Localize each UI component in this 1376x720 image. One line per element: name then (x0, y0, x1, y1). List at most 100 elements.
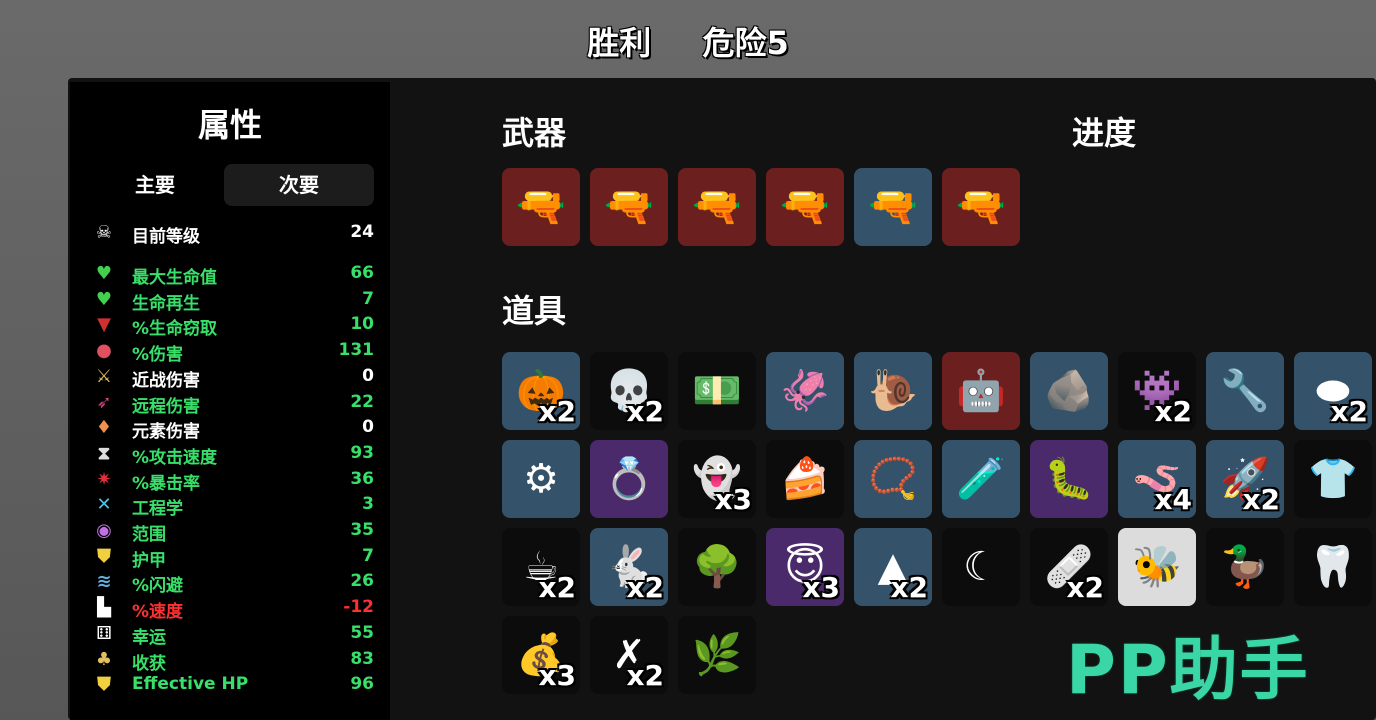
weapon-slot[interactable]: 🔫 (502, 168, 580, 246)
item-slot[interactable]: ✗ x2 (590, 616, 668, 694)
item-slot[interactable]: 🤖 (942, 352, 1020, 430)
stat-value: 93 (350, 442, 374, 463)
item-slot[interactable]: 👻 x3 (678, 440, 756, 518)
double-barrel-shotgun-icon: 🔫 (516, 184, 566, 230)
stat-row: ⛊ Effective HP 96 (92, 672, 378, 698)
item-slot[interactable]: 💀 x2 (590, 352, 668, 430)
item-slot[interactable]: 🐇 x2 (590, 528, 668, 606)
item-slot[interactable]: 🦆 (1206, 528, 1284, 606)
stat-label: 目前等级 (132, 227, 200, 247)
item-slot[interactable]: 🌿 (678, 616, 756, 694)
tab-secondary-stats[interactable]: 次要 (224, 164, 374, 206)
stat-row: ≋ %闪避 26 (92, 569, 378, 597)
hp-shield-icon: ⛊ (97, 674, 111, 696)
item-slot[interactable]: 🐝 (1118, 528, 1196, 606)
item-slot[interactable]: 🐛 (1030, 440, 1108, 518)
hourglass-icon: ⧗ (97, 442, 111, 464)
item-slot[interactable]: 🪨 (1030, 352, 1108, 430)
stat-value: 7 (362, 288, 374, 309)
item-count: x2 (1066, 571, 1104, 604)
item-slot[interactable]: 🪱 x4 (1118, 440, 1196, 518)
item-slot[interactable]: 🔧 (1206, 352, 1284, 430)
stat-row: ● %伤害 131 (92, 338, 378, 365)
cake-icon: 🍰 (780, 456, 830, 502)
scythe-icon: ☾ (963, 544, 999, 590)
stat-value: 26 (350, 571, 374, 592)
item-slot[interactable]: 🎃 x2 (502, 352, 580, 430)
stat-row: ▙ %速度 -12 (92, 595, 378, 622)
item-slot[interactable]: 🍰 (766, 440, 844, 518)
item-slot[interactable]: ⬬ x2 (1294, 352, 1372, 430)
stat-value: 131 (338, 340, 375, 361)
weapon-slot[interactable]: 🔫 (942, 168, 1020, 246)
stat-value: 35 (350, 520, 374, 540)
stat-value: 66 (350, 263, 374, 283)
item-slot[interactable]: 💵 (678, 352, 756, 430)
tentacle-icon: 🦑 (780, 368, 830, 414)
item-slot[interactable]: 💰 x3 (502, 616, 580, 694)
item-slot[interactable]: 💍 (590, 440, 668, 518)
item-slot[interactable]: ▲ x2 (854, 528, 932, 606)
stat-row: ⧗ %攻击速度 93 (92, 441, 378, 468)
item-count: x2 (890, 571, 928, 604)
stat-label: %攻击速度 (132, 447, 218, 468)
item-count: x3 (802, 571, 840, 604)
item-slot[interactable]: 👕 (1294, 440, 1372, 518)
stat-row: ➶ 远程伤害 22 (92, 390, 378, 417)
item-slot[interactable]: 🩹 x2 (1030, 528, 1108, 606)
weapon-slot[interactable]: 🔫 (678, 168, 756, 246)
item-slot[interactable]: 🦷 (1294, 528, 1372, 606)
stat-value: 3 (362, 494, 374, 515)
ring-icon: 💍 (604, 456, 654, 502)
item-count: x2 (626, 395, 664, 428)
stat-label: 生命再生 (132, 293, 200, 314)
watermark: PP助手 (1066, 631, 1310, 710)
weapon-slot[interactable]: 🔫 (590, 168, 668, 246)
wheat-icon: ♣ (95, 648, 113, 670)
stat-value: 7 (362, 545, 374, 566)
necklace-icon: 📿 (868, 456, 918, 502)
item-slot[interactable]: ☾ (942, 528, 1020, 606)
wrench-tool-icon: 🔧 (1220, 368, 1270, 414)
danger-level-label: 危险5 (702, 24, 789, 62)
weapon-slot[interactable]: 🔫 (854, 168, 932, 246)
item-count: x2 (626, 659, 664, 692)
item-slot[interactable]: 🦑 (766, 352, 844, 430)
dodge-icon: ≋ (96, 571, 112, 593)
stat-row: ♥ 最大生命值 66 (92, 261, 378, 288)
stat-value: 0 (362, 365, 374, 386)
stat-label: %闪避 (132, 576, 184, 597)
rubber-duck-icon: 🦆 (1220, 544, 1270, 590)
result-label: 胜利 (587, 24, 652, 62)
banknote-icon: 💵 (692, 368, 742, 414)
stat-row: ✕ 工程学 3 (92, 492, 378, 519)
item-count: x2 (626, 571, 664, 604)
stone-icon: 🪨 (1044, 368, 1094, 414)
stat-label: 远程伤害 (132, 396, 200, 417)
item-slot[interactable]: 🧪 (942, 440, 1020, 518)
item-slot[interactable]: ☕ x2 (502, 528, 580, 606)
tree-icon: 🌳 (692, 544, 742, 590)
turret-gun-icon: 🔫 (692, 184, 742, 230)
double-barrel-shotgun-icon: 🔫 (956, 184, 1006, 230)
stat-row-level: ☠ 目前等级 24 (92, 220, 378, 247)
item-slot[interactable]: 📿 (854, 440, 932, 518)
stat-value: 36 (350, 468, 374, 489)
item-slot[interactable]: 👾 x2 (1118, 352, 1196, 430)
item-slot[interactable]: 🐌 (854, 352, 932, 430)
wrench-icon: ✕ (96, 494, 112, 516)
turret-gun-icon: 🔫 (604, 184, 654, 230)
item-count: x3 (714, 483, 752, 516)
item-slot[interactable]: ⚙ (502, 440, 580, 518)
tab-primary-stats[interactable]: 主要 (80, 164, 230, 206)
item-count: x2 (1242, 483, 1280, 516)
stat-row: ◉ 范围 35 (92, 518, 378, 545)
stat-value: 0 (362, 417, 374, 438)
weapon-slot[interactable]: 🔫 (766, 168, 844, 246)
item-slot[interactable]: 🌳 (678, 528, 756, 606)
item-slot[interactable]: 🚀 x2 (1206, 440, 1284, 518)
item-slot[interactable]: 😇 x3 (766, 528, 844, 606)
herb-bag-icon: 🌿 (692, 632, 742, 678)
heart-icon: ♥ (95, 263, 113, 284)
stat-row: ♦ 元素伤害 0 (92, 415, 378, 442)
